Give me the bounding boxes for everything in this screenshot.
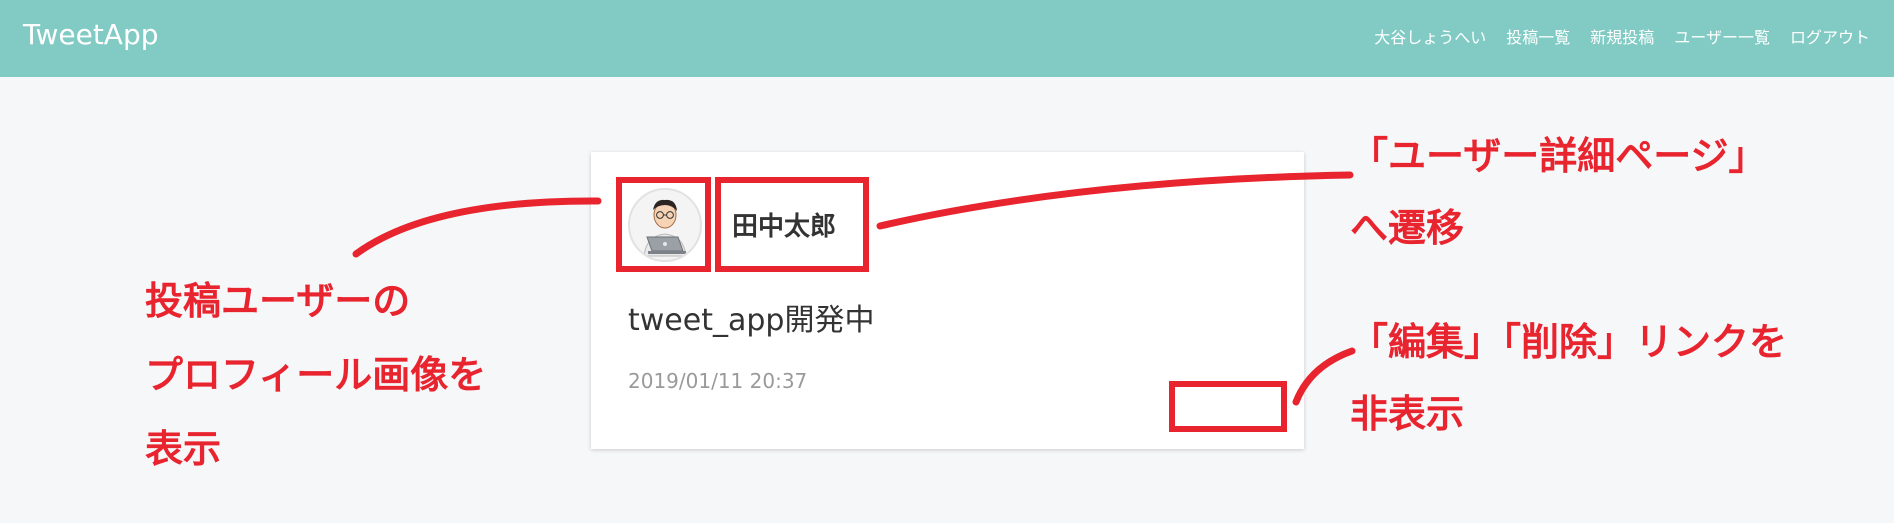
annotation-hidden-links-line: 「編集」「削除」リンクを xyxy=(1350,320,1788,364)
annotation-avatar-line: 表示 xyxy=(145,427,222,471)
connector-user-name xyxy=(876,171,1354,230)
annotation-hidden-links: 「編集」「削除」リンクを 非表示 xyxy=(1350,306,1787,450)
page: TweetApp 大谷しょうへい 投稿一覧 新規投稿 ユーザー一覧 ログアウト xyxy=(0,0,1894,523)
annotation-user-detail-line: 「ユーザー詳細ページ」 xyxy=(1350,134,1767,178)
annotation-hidden-links-line: 非表示 xyxy=(1350,392,1465,436)
connector-avatar xyxy=(352,197,602,258)
connector-hidden-links xyxy=(1292,347,1356,406)
annotation-user-detail: 「ユーザー詳細ページ」 へ遷移 xyxy=(1350,120,1766,264)
annotation-avatar: 投稿ユーザーの プロフィール画像を 表示 xyxy=(145,264,486,486)
annotation-avatar-line: プロフィール画像を xyxy=(145,353,487,397)
annotation-avatar-line: 投稿ユーザーの xyxy=(145,279,411,323)
annotation-user-detail-line: へ遷移 xyxy=(1350,206,1465,250)
